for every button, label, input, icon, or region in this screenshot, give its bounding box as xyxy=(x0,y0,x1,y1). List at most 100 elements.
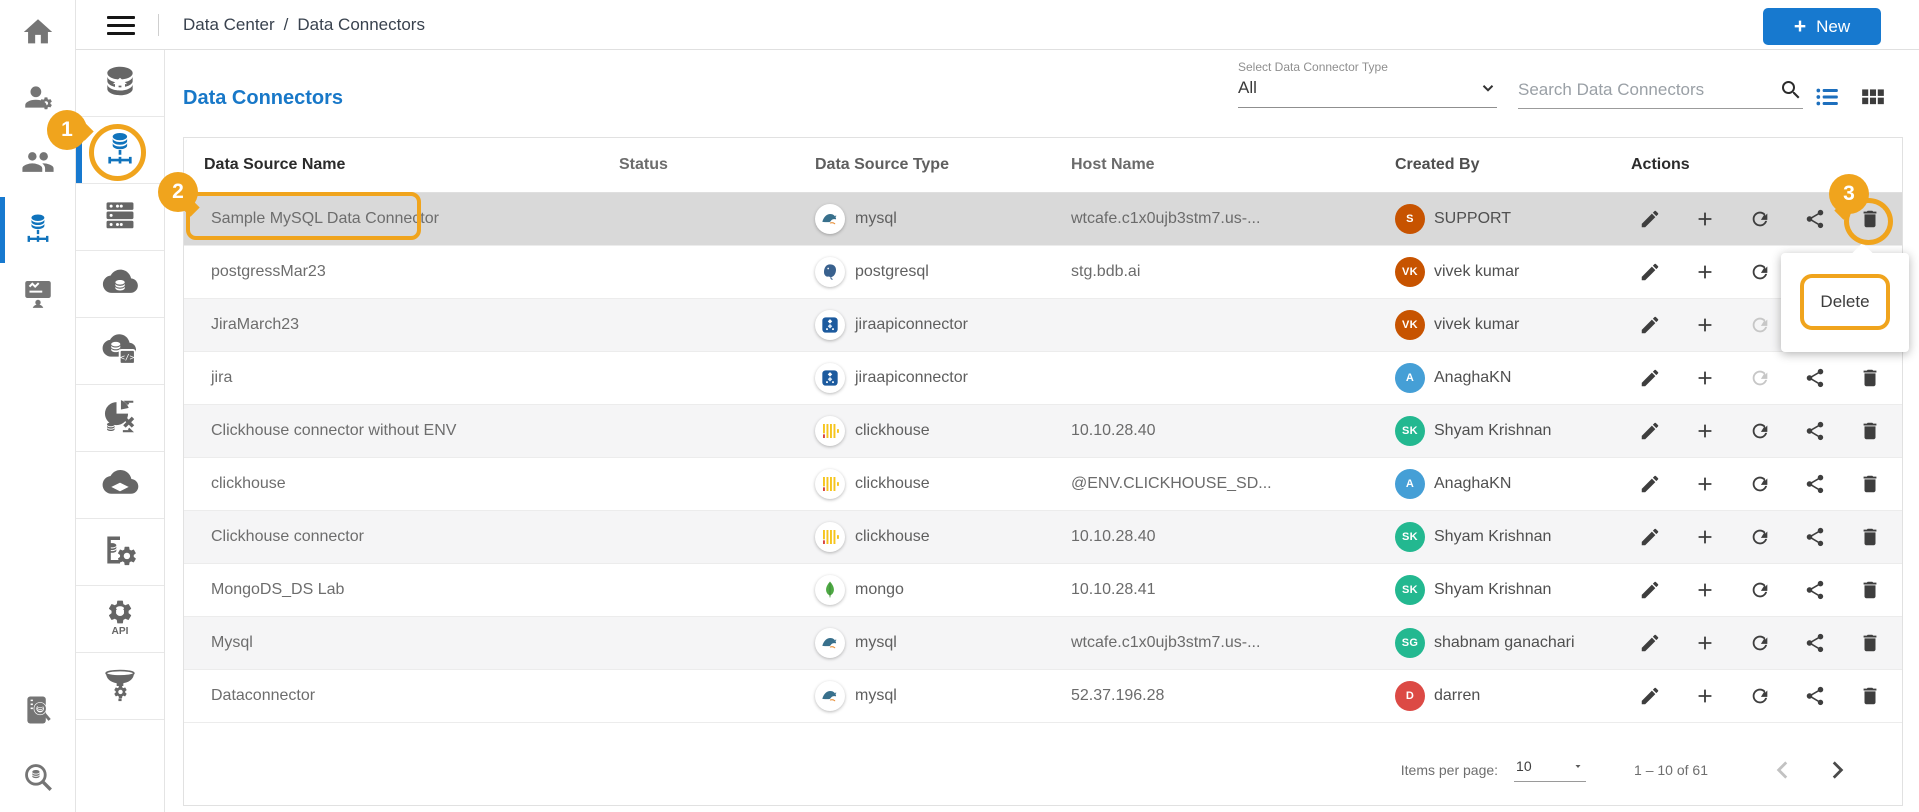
refresh-icon[interactable] xyxy=(1749,632,1771,654)
data-center-nav-icon[interactable] xyxy=(21,211,55,245)
user-settings-icon[interactable] xyxy=(21,80,55,114)
sidebar-item-data-sets[interactable] xyxy=(76,251,164,318)
data-source-type: postgresql xyxy=(791,257,1041,287)
edit-icon[interactable] xyxy=(1639,685,1661,707)
search-icon[interactable] xyxy=(1779,78,1803,102)
add-icon[interactable] xyxy=(1694,208,1716,230)
home-icon[interactable] xyxy=(21,15,55,49)
share-icon[interactable] xyxy=(1804,579,1826,601)
avatar: SK xyxy=(1395,416,1425,446)
refresh-icon[interactable] xyxy=(1749,314,1771,336)
share-icon[interactable] xyxy=(1804,526,1826,548)
table-row[interactable]: Dataconnector mysql 52.37.196.28 Ddarren xyxy=(184,670,1902,723)
table-row[interactable]: Clickhouse connector without ENV clickhou… xyxy=(184,405,1902,458)
column-header-data-source-name: Data Source Name xyxy=(204,156,346,173)
refresh-icon[interactable] xyxy=(1749,685,1771,707)
refresh-icon[interactable] xyxy=(1749,261,1771,283)
delete-icon[interactable] xyxy=(1859,579,1881,601)
funnel-gear-icon xyxy=(101,665,139,708)
edit-icon[interactable] xyxy=(1639,632,1661,654)
share-icon[interactable] xyxy=(1804,473,1826,495)
sidebar-item-data-store-settings[interactable] xyxy=(76,519,164,586)
add-icon[interactable] xyxy=(1694,367,1716,389)
table-row[interactable]: jira jiraapiconnector A AnaghaKN xyxy=(184,352,1902,405)
add-icon[interactable] xyxy=(1694,526,1716,548)
delete-icon[interactable] xyxy=(1859,526,1881,548)
refresh-icon[interactable] xyxy=(1749,208,1771,230)
share-icon[interactable] xyxy=(1804,208,1826,230)
sidebar-item-api-connectors[interactable]: API xyxy=(76,586,164,653)
user-groups-icon[interactable] xyxy=(21,145,55,179)
sidebar-item-data-sandbox[interactable] xyxy=(76,452,164,519)
list-view-icon[interactable] xyxy=(1814,84,1840,110)
edit-icon[interactable] xyxy=(1639,314,1661,336)
edit-icon[interactable] xyxy=(1639,579,1661,601)
type-label: mongo xyxy=(855,581,904,598)
add-icon[interactable] xyxy=(1694,314,1716,336)
delete-icon[interactable] xyxy=(1859,473,1881,495)
data-search-icon[interactable] xyxy=(21,760,55,794)
edit-icon[interactable] xyxy=(1639,526,1661,548)
breadcrumb-data-center[interactable]: Data Center xyxy=(183,15,275,35)
sidebar-item-data-stores[interactable] xyxy=(76,184,164,251)
add-icon[interactable] xyxy=(1694,261,1716,283)
sidebar-item-etl[interactable] xyxy=(76,653,164,720)
edit-icon[interactable] xyxy=(1639,261,1661,283)
data-source-type: mysql xyxy=(791,681,1041,711)
refresh-icon[interactable] xyxy=(1749,579,1771,601)
table-row[interactable]: MongoDS_DS Lab mongo 10.10.28.41 SK Shyam Kr… xyxy=(184,564,1902,617)
refresh-icon[interactable] xyxy=(1749,526,1771,548)
row-actions xyxy=(1631,579,1902,601)
delete-icon[interactable] xyxy=(1859,685,1881,707)
data-source-type: clickhouse xyxy=(791,469,1041,499)
delete-icon[interactable] xyxy=(1859,632,1881,654)
table-body: Sample MySQL Data Connector mysql wtcafe.c… xyxy=(184,193,1902,723)
breadcrumb-data-connectors[interactable]: Data Connectors xyxy=(297,15,425,35)
items-per-page-select[interactable]: 10 xyxy=(1514,758,1587,782)
sidebar-item-data-preparation[interactable] xyxy=(76,385,164,452)
share-icon[interactable] xyxy=(1804,367,1826,389)
table-row[interactable]: clickhouse clickhouse @ENV.CLICKHOUSE_SD..… xyxy=(184,458,1902,511)
table-row[interactable]: Clickhouse connector clickhouse 10.10.28.4… xyxy=(184,511,1902,564)
add-icon[interactable] xyxy=(1694,632,1716,654)
edit-icon[interactable] xyxy=(1639,367,1661,389)
sidebar-item-data-center-home[interactable] xyxy=(76,50,164,117)
add-icon[interactable] xyxy=(1694,420,1716,442)
add-icon[interactable] xyxy=(1694,579,1716,601)
share-icon[interactable] xyxy=(1804,632,1826,654)
table-row[interactable]: Sample MySQL Data Connector mysql wtcafe.c… xyxy=(184,193,1902,246)
next-page-icon[interactable] xyxy=(1824,757,1850,783)
hamburger-menu-icon[interactable] xyxy=(107,16,135,35)
add-icon[interactable] xyxy=(1694,473,1716,495)
dashboard-publish-icon[interactable] xyxy=(21,276,55,310)
delete-icon[interactable] xyxy=(1859,420,1881,442)
refresh-icon[interactable] xyxy=(1749,367,1771,389)
share-icon[interactable] xyxy=(1804,420,1826,442)
search-input[interactable] xyxy=(1518,80,1779,100)
new-button[interactable]: + New xyxy=(1763,8,1881,45)
refresh-icon[interactable] xyxy=(1749,473,1771,495)
previous-page-icon[interactable] xyxy=(1770,757,1796,783)
jiraapiconnector-logo-icon xyxy=(815,363,845,393)
table-row[interactable]: Mysql mysql wtcafe.c1x0ujb3stm7.us-... SG sh… xyxy=(184,617,1902,670)
connector-type-select[interactable]: Select Data Connector Type All xyxy=(1238,60,1497,108)
edit-icon[interactable] xyxy=(1639,420,1661,442)
add-icon[interactable] xyxy=(1694,685,1716,707)
delete-icon[interactable] xyxy=(1859,367,1881,389)
avatar: A xyxy=(1395,363,1425,393)
grid-view-icon[interactable] xyxy=(1860,84,1886,110)
host-name: wtcafe.c1x0ujb3stm7.us-... xyxy=(1071,210,1261,227)
row-actions xyxy=(1631,685,1902,707)
edit-icon[interactable] xyxy=(1639,473,1661,495)
row-actions xyxy=(1631,526,1902,548)
share-icon[interactable] xyxy=(1804,685,1826,707)
refresh-icon[interactable] xyxy=(1749,420,1771,442)
table-row[interactable]: JiraMarch23 jiraapiconnector VK vivek kumar xyxy=(184,299,1902,352)
delete-popup-button[interactable]: Delete xyxy=(1800,274,1890,330)
row-actions xyxy=(1631,367,1902,389)
sidebar-item-data-scripts[interactable]: </> xyxy=(76,318,164,385)
data-source-name: Clickhouse connector xyxy=(211,528,364,545)
edit-icon[interactable] xyxy=(1639,208,1661,230)
table-row[interactable]: postgressMar23 postgresql stg.bdb.ai VK vive… xyxy=(184,246,1902,299)
audit-search-icon[interactable] xyxy=(21,693,55,727)
